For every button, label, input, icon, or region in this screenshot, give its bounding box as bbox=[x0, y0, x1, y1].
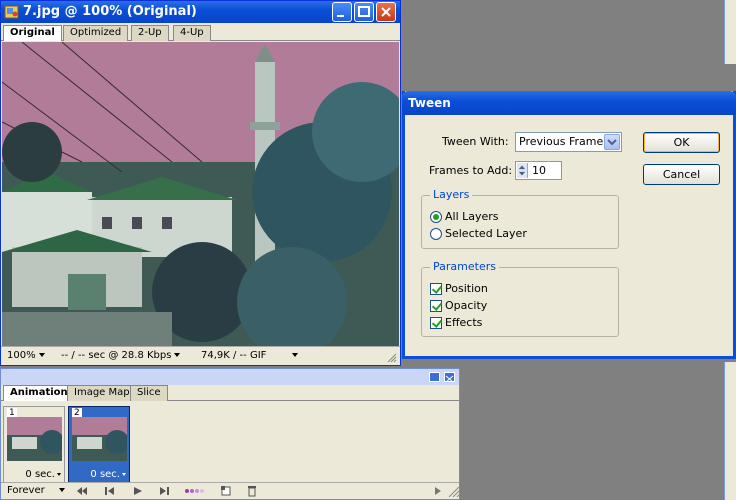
checkbox-effects[interactable]: Effects bbox=[430, 316, 482, 329]
minimize-icon bbox=[337, 15, 344, 17]
zoom-dropdown[interactable]: 100% bbox=[7, 350, 45, 361]
layers-group: Layers All Layers Selected Layer bbox=[421, 188, 619, 249]
tween-dialog: Tween Tween With: Previous Frame Frames … bbox=[402, 91, 736, 359]
close-icon bbox=[445, 375, 454, 383]
duplicate-frame-icon[interactable] bbox=[219, 485, 233, 497]
document-title: 7.jpg @ 100% (Original) bbox=[23, 4, 197, 19]
next-frame-icon[interactable] bbox=[157, 485, 171, 497]
checkbox-position[interactable]: Position bbox=[430, 282, 488, 295]
frames-to-add-label: Frames to Add: bbox=[429, 164, 513, 177]
frame-delay-dropdown[interactable]: 0 sec. bbox=[90, 469, 126, 480]
download-time-dropdown[interactable]: -- / -- sec @ 28.8 Kbps bbox=[61, 350, 181, 361]
chevron-down-icon bbox=[292, 353, 299, 357]
first-frame-icon[interactable] bbox=[75, 485, 89, 497]
tab-original[interactable]: Original bbox=[3, 25, 62, 41]
chevron-down-icon bbox=[38, 353, 45, 357]
chevron-down-icon bbox=[174, 353, 181, 357]
loop-dropdown[interactable]: Forever bbox=[7, 485, 65, 496]
radio-all-layers[interactable]: All Layers bbox=[430, 210, 499, 223]
animation-toolbar: Forever bbox=[1, 482, 461, 499]
frame-thumbnail bbox=[72, 417, 127, 461]
document-status-bar: 100% -- / -- sec @ 28.8 Kbps 74,9K / -- … bbox=[1, 346, 400, 365]
tab-slice[interactable]: Slice bbox=[130, 385, 168, 401]
image-canvas[interactable] bbox=[2, 42, 399, 346]
parameters-group: Parameters Position Opacity Effects bbox=[421, 260, 619, 337]
maximize-icon bbox=[358, 6, 370, 17]
tab-image-map[interactable]: Image Map bbox=[67, 385, 137, 401]
tab-4-up[interactable]: 4-Up bbox=[173, 25, 211, 41]
tween-with-select[interactable]: Previous Frame bbox=[515, 132, 622, 152]
close-button[interactable] bbox=[376, 2, 396, 22]
panel-titlebar[interactable] bbox=[1, 369, 459, 385]
resize-grip-icon[interactable] bbox=[387, 353, 397, 363]
radio-selected-icon bbox=[430, 211, 442, 223]
tween-dialog-titlebar[interactable]: Tween bbox=[402, 91, 736, 115]
tween-with-label: Tween With: bbox=[442, 135, 509, 148]
resize-grip-icon[interactable] bbox=[447, 485, 461, 497]
village-photo bbox=[2, 42, 399, 346]
document-titlebar[interactable]: 7.jpg @ 100% (Original) bbox=[1, 1, 400, 23]
tab-optimized[interactable]: Optimized bbox=[63, 25, 129, 41]
minimize-button[interactable] bbox=[332, 2, 352, 22]
checkmark-icon bbox=[430, 317, 442, 329]
frames-to-add-stepper[interactable]: 10 bbox=[515, 161, 562, 180]
parameters-group-title: Parameters bbox=[430, 260, 499, 273]
dialog-title: Tween bbox=[408, 96, 451, 110]
checkmark-icon bbox=[430, 283, 442, 295]
animation-panel: Animation Image Map Slice 1 0 sec. 2 0 s… bbox=[0, 368, 460, 500]
panel-close-button[interactable] bbox=[444, 372, 455, 383]
scroll-right-icon[interactable] bbox=[431, 485, 445, 497]
chevron-down-icon bbox=[58, 488, 65, 492]
imageready-app-icon bbox=[4, 5, 19, 19]
trash-icon[interactable] bbox=[245, 485, 259, 497]
chevron-down-icon[interactable] bbox=[604, 134, 620, 150]
view-tabs: Original Optimized 2-Up 4-Up bbox=[1, 24, 400, 41]
right-palette-sliver-bottom[interactable] bbox=[724, 362, 736, 500]
document-window: 7.jpg @ 100% (Original) Original Optimiz… bbox=[0, 0, 401, 366]
layers-group-title: Layers bbox=[430, 188, 473, 201]
animation-frame-2[interactable]: 2 0 sec. bbox=[68, 406, 130, 483]
radio-selected-layer[interactable]: Selected Layer bbox=[430, 227, 527, 240]
stepper-arrows-icon[interactable] bbox=[517, 163, 528, 178]
close-icon bbox=[381, 7, 391, 17]
chevron-down-icon bbox=[57, 472, 61, 476]
animation-frame-1[interactable]: 1 0 sec. bbox=[3, 406, 65, 483]
checkbox-opacity[interactable]: Opacity bbox=[430, 299, 487, 312]
play-icon[interactable] bbox=[131, 485, 145, 497]
file-size-dropdown[interactable]: 74,9K / -- GIF bbox=[201, 350, 299, 361]
panel-tabs: Animation Image Map Slice bbox=[1, 385, 459, 401]
frames-to-add-value: 10 bbox=[532, 164, 546, 177]
panel-minimize-button[interactable] bbox=[429, 372, 440, 382]
checkmark-icon bbox=[430, 300, 442, 312]
tab-animation[interactable]: Animation bbox=[3, 385, 75, 401]
frame-delay-dropdown[interactable]: 0 sec. bbox=[25, 469, 61, 480]
previous-frame-icon[interactable] bbox=[103, 485, 117, 497]
chevron-down-icon bbox=[122, 472, 126, 476]
cancel-button[interactable]: Cancel bbox=[643, 164, 720, 185]
frame-thumbnail bbox=[7, 417, 62, 461]
tab-2-up[interactable]: 2-Up bbox=[131, 25, 169, 41]
radio-unselected-icon bbox=[430, 228, 442, 240]
right-palette-sliver[interactable] bbox=[724, 0, 736, 64]
maximize-button[interactable] bbox=[354, 2, 374, 22]
tween-icon[interactable] bbox=[184, 485, 204, 497]
ok-button[interactable]: OK bbox=[643, 132, 720, 153]
